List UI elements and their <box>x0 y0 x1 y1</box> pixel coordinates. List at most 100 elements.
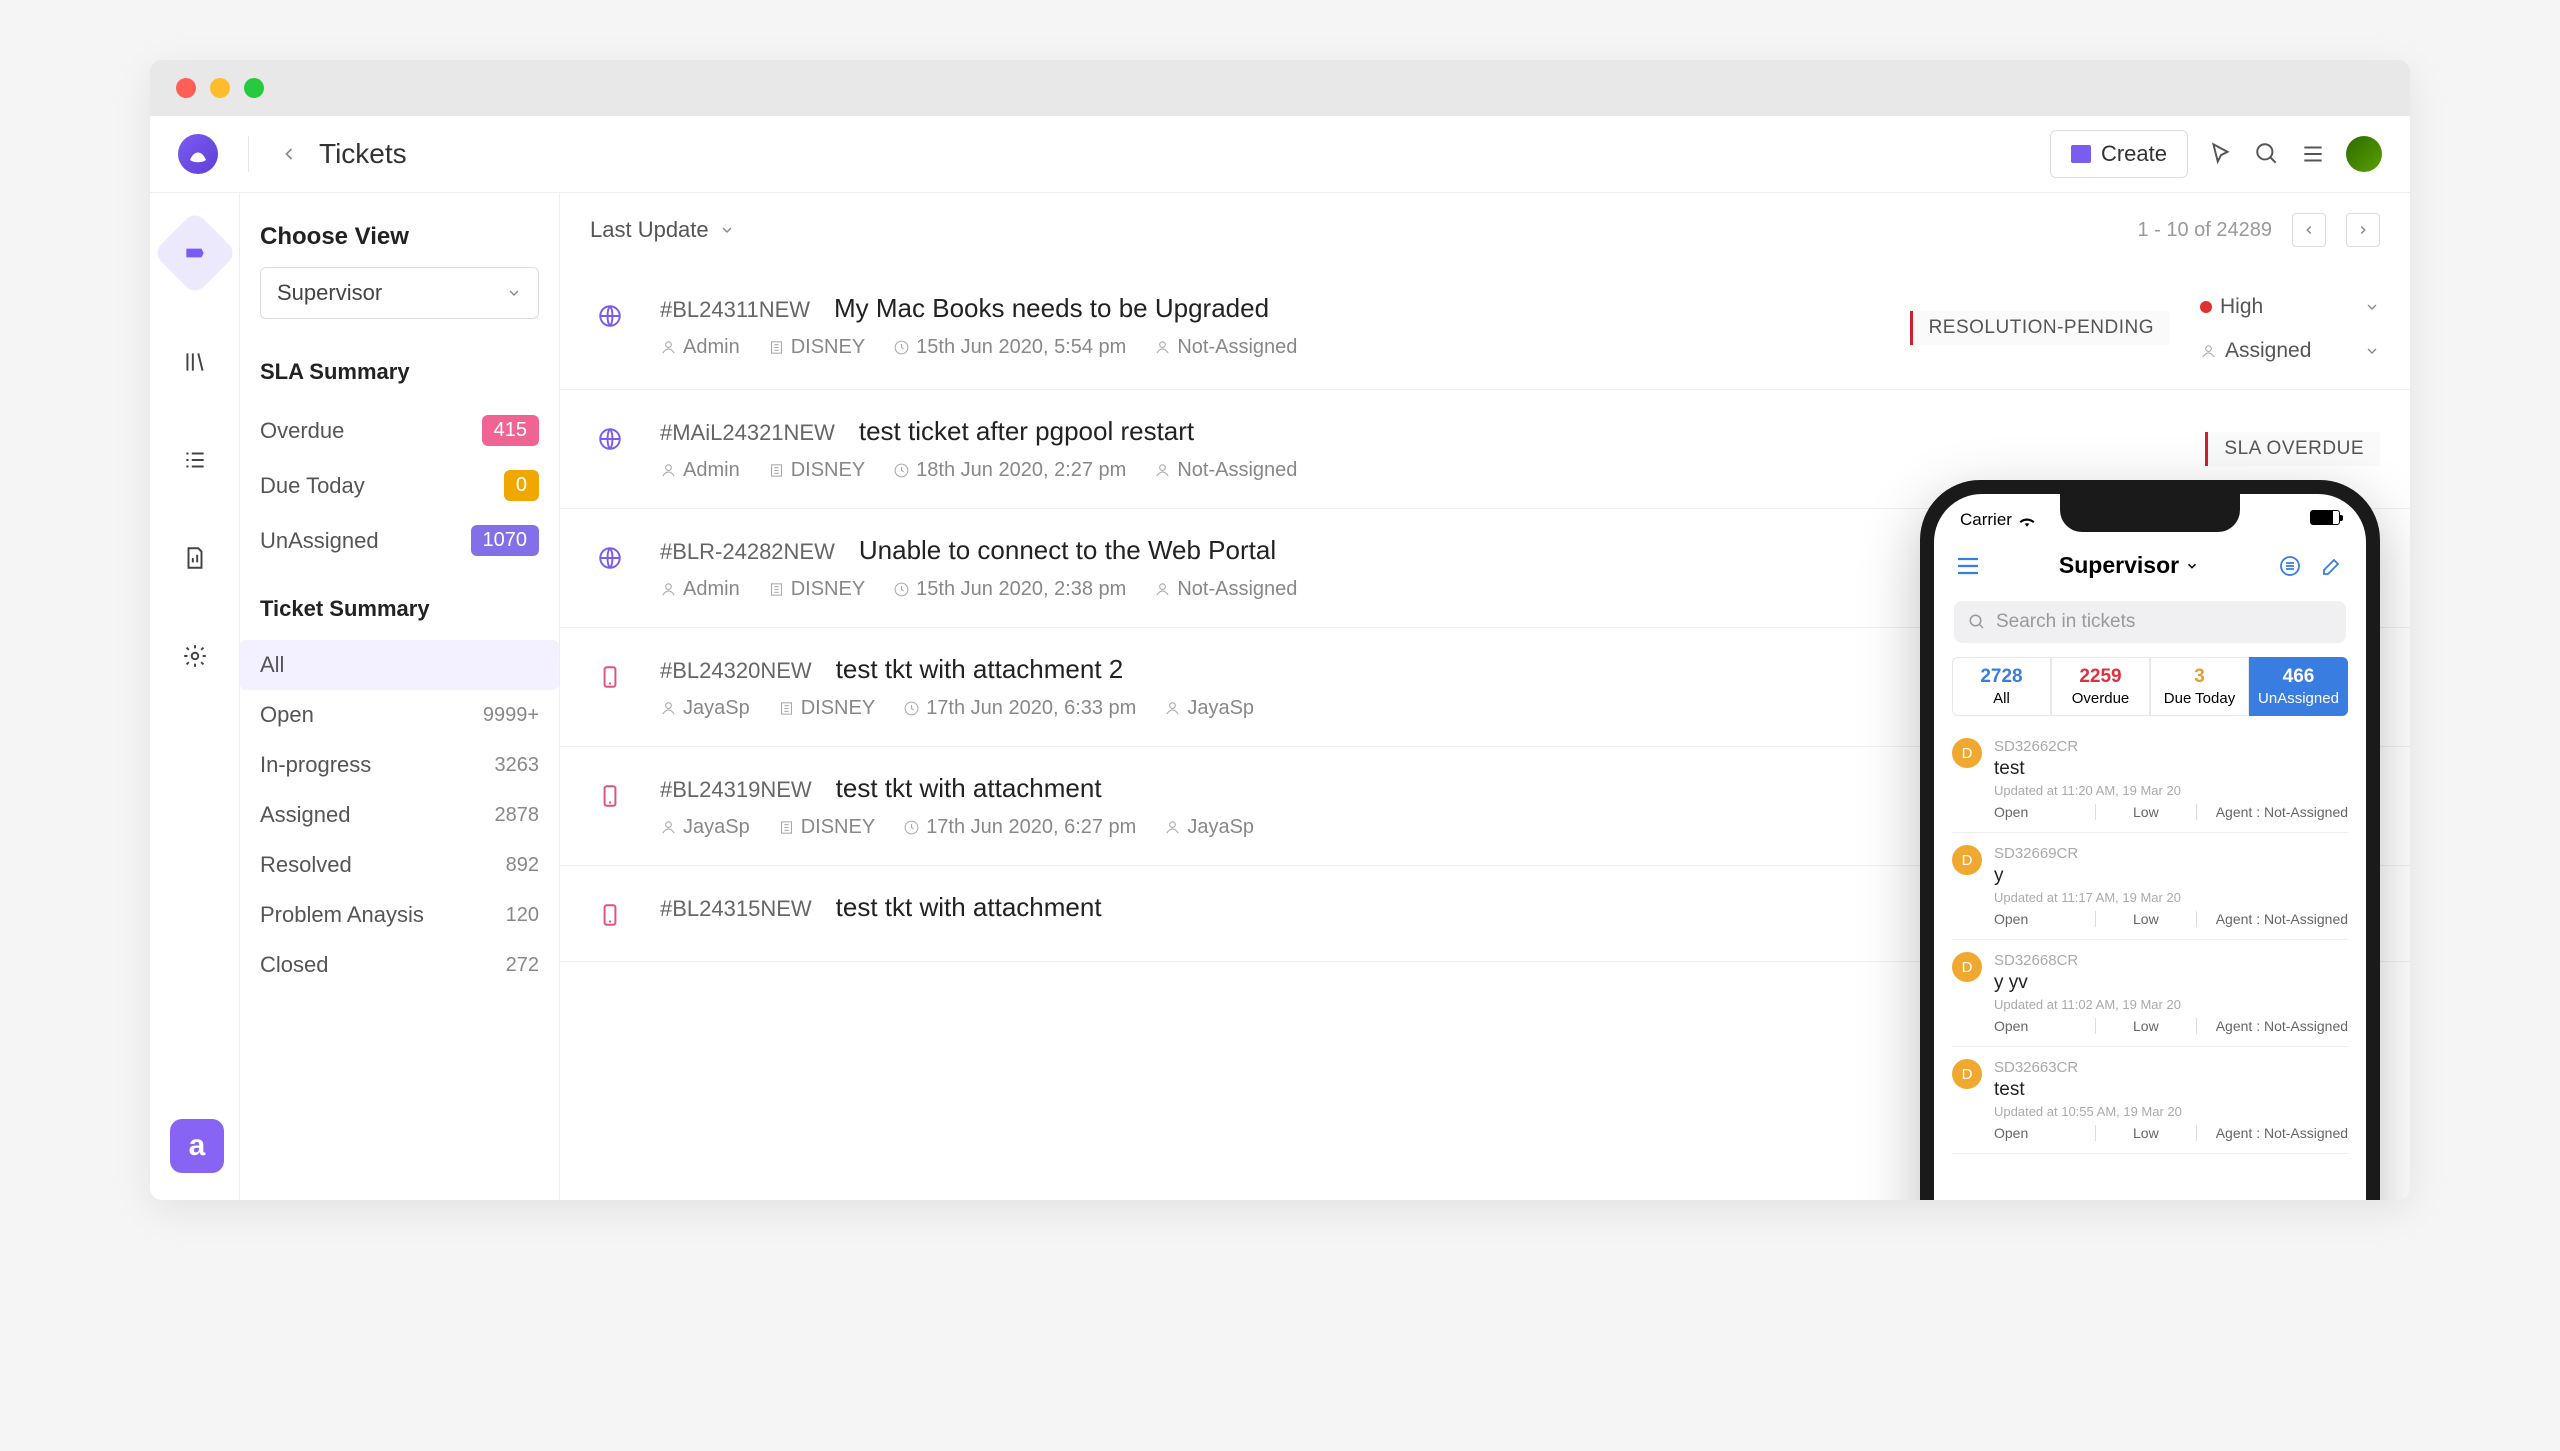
summary-row[interactable]: Open 9999+ <box>260 690 539 740</box>
ticket-body: #MAiL24321NEW test ticket after pgpool r… <box>660 416 2175 482</box>
menu-icon[interactable] <box>2300 141 2326 167</box>
phone-card[interactable]: D SD32663CR test Updated at 10:55 AM, 19… <box>1952 1047 2348 1154</box>
ticket-title: test tkt with attachment 2 <box>836 654 1124 685</box>
summary-row[interactable]: In-progress 3263 <box>260 740 539 790</box>
ticket-agent: JayaSp <box>1164 697 1254 720</box>
phone-card[interactable]: D SD32669CR y Updated at 11:17 AM, 19 Ma… <box>1952 833 2348 940</box>
globe-icon <box>590 416 630 452</box>
phone-card-status: Open <box>1994 1125 2096 1141</box>
phone-card[interactable]: D SD32668CR y yv Updated at 11:02 AM, 19… <box>1952 940 2348 1047</box>
sla-row[interactable]: Overdue 415 <box>260 403 539 458</box>
phone-card-priority: Low <box>2096 911 2198 927</box>
pagination-text: 1 - 10 of 24289 <box>2137 219 2272 242</box>
globe-icon <box>590 535 630 571</box>
ticket-id: #BLR-24282NEW <box>660 539 835 565</box>
ticket-row[interactable]: #BL24311NEW My Mac Books needs to be Upg… <box>560 267 2410 390</box>
window-titlebar <box>150 60 2410 116</box>
phone-tab[interactable]: 3Due Today <box>2150 657 2249 716</box>
phone-card-date: Updated at 11:02 AM, 19 Mar 20 <box>1994 997 2348 1012</box>
next-page-button[interactable] <box>2346 213 2380 247</box>
sort-dropdown[interactable]: Last Update <box>590 217 735 243</box>
maximize-window-button[interactable] <box>244 78 264 98</box>
phone-card-id: SD32663CR <box>1994 1059 2348 1076</box>
search-icon[interactable] <box>2254 141 2280 167</box>
back-icon[interactable] <box>279 144 299 164</box>
phone-screen: Carrier 12:48 PM Supervisor Se <box>1934 494 2366 1200</box>
phone-card[interactable]: D SD32662CR test Updated at 11:20 AM, 19… <box>1952 726 2348 833</box>
ticket-agent: Not-Assigned <box>1154 578 1297 601</box>
ticket-date: 15th Jun 2020, 5:54 pm <box>893 336 1126 359</box>
phone-card-avatar: D <box>1952 1059 1982 1089</box>
phone-icon <box>590 654 630 690</box>
phone-filter-icon[interactable] <box>2278 554 2302 578</box>
cursor-icon[interactable] <box>2208 141 2234 167</box>
phone-card-agent: Agent : Not-Assigned <box>2197 911 2348 927</box>
create-button[interactable]: Create <box>2050 130 2188 178</box>
assign-dropdown[interactable]: Assigned <box>2200 339 2380 363</box>
summary-label: Assigned <box>260 802 351 828</box>
sla-row[interactable]: UnAssigned 1070 <box>260 513 539 568</box>
priority-dropdown[interactable]: High <box>2200 295 2380 319</box>
ticket-id: #BL24311NEW <box>660 297 810 323</box>
divider <box>248 136 249 172</box>
phone-menu-icon[interactable] <box>1956 557 1980 575</box>
sidebar: Choose View Supervisor SLA Summary Overd… <box>240 193 560 1200</box>
ticket-org: DISNEY <box>778 697 875 720</box>
phone-tab-label: Overdue <box>2056 690 2145 707</box>
phone-card-id: SD32662CR <box>1994 738 2348 755</box>
sla-count-badge: 415 <box>482 415 539 446</box>
avatar[interactable] <box>2346 136 2382 172</box>
sla-label: Overdue <box>260 418 344 444</box>
view-select[interactable]: Supervisor <box>260 267 539 319</box>
nav-library[interactable] <box>176 343 214 381</box>
phone-tab-count: 3 <box>2155 666 2244 688</box>
globe-icon <box>590 293 630 329</box>
summary-count: 892 <box>506 854 539 877</box>
summary-row[interactable]: Resolved 892 <box>260 840 539 890</box>
phone-tab[interactable]: 2728All <box>1952 657 2051 716</box>
nav-reports[interactable] <box>176 539 214 577</box>
ticket-status: RESOLUTION-PENDING <box>1910 311 2170 345</box>
nav-tickets[interactable] <box>152 211 237 296</box>
iconbar: a <box>150 193 240 1200</box>
summary-row[interactable]: Assigned 2878 <box>260 790 539 840</box>
sla-row[interactable]: Due Today 0 <box>260 458 539 513</box>
ticket-summary-header: Ticket Summary <box>260 596 539 622</box>
prev-page-button[interactable] <box>2292 213 2326 247</box>
wifi-icon <box>2018 513 2036 527</box>
phone-tab[interactable]: 466UnAssigned <box>2249 657 2348 716</box>
app-badge[interactable]: a <box>170 1119 224 1173</box>
summary-label: All <box>260 652 284 678</box>
phone-card-id: SD32668CR <box>1994 952 2348 969</box>
ticket-id: #BL24319NEW <box>660 777 812 803</box>
ticket-agent: Not-Assigned <box>1154 336 1297 359</box>
minimize-window-button[interactable] <box>210 78 230 98</box>
ticket-org: DISNEY <box>768 459 865 482</box>
phone-tab-count: 466 <box>2254 666 2343 688</box>
summary-row[interactable]: Problem Anaysis 120 <box>260 890 539 940</box>
phone-card-priority: Low <box>2096 1125 2198 1141</box>
summary-count: 120 <box>506 904 539 927</box>
phone-title[interactable]: Supervisor <box>2059 552 2199 579</box>
ticket-title: test tkt with attachment <box>836 773 1102 804</box>
sla-count-badge: 1070 <box>471 525 540 556</box>
ticket-org: DISNEY <box>778 816 875 839</box>
ticket-owner: Admin <box>660 336 740 359</box>
close-window-button[interactable] <box>176 78 196 98</box>
phone-compose-icon[interactable] <box>2320 554 2344 578</box>
summary-row[interactable]: All <box>240 640 559 690</box>
nav-list[interactable] <box>176 441 214 479</box>
ticket-date: 17th Jun 2020, 6:33 pm <box>903 697 1136 720</box>
summary-row[interactable]: Closed 272 <box>260 940 539 990</box>
nav-settings[interactable] <box>176 637 214 675</box>
app-logo[interactable] <box>178 134 218 174</box>
phone-search[interactable]: Search in tickets <box>1954 601 2346 643</box>
ticket-owner: Admin <box>660 459 740 482</box>
ticket-body: #BL24311NEW My Mac Books needs to be Upg… <box>660 293 1880 359</box>
phone-tab[interactable]: 2259Overdue <box>2051 657 2150 716</box>
ticket-org: DISNEY <box>768 336 865 359</box>
phone-card-agent: Agent : Not-Assigned <box>2197 1125 2348 1141</box>
pagination: 1 - 10 of 24289 <box>2137 213 2380 247</box>
ticket-owner: JayaSp <box>660 697 750 720</box>
battery-icon <box>2310 510 2340 525</box>
